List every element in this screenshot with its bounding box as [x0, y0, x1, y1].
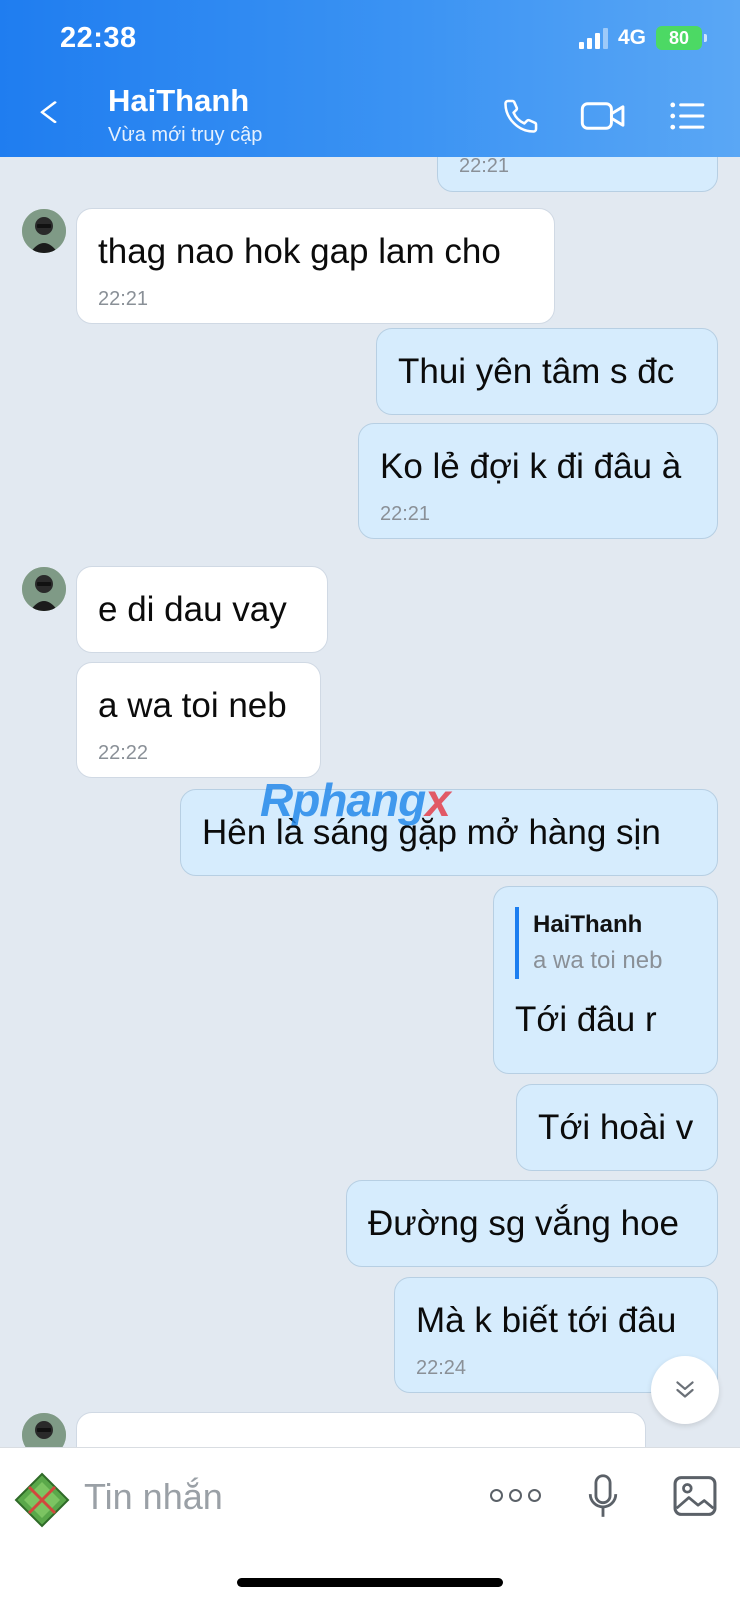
message-time: 22:22 [98, 742, 149, 764]
avatar-image [22, 209, 66, 253]
message-text: thag nao hok gap lam cho [98, 232, 501, 271]
quote-author: HaiThanh [533, 911, 643, 938]
battery-icon: 80 [656, 26, 707, 50]
menu-icon[interactable] [668, 97, 706, 135]
phone-icon[interactable] [502, 97, 540, 135]
message-bubble-outgoing[interactable]: 22:21 [437, 157, 718, 192]
scroll-to-bottom-button[interactable] [651, 1356, 719, 1424]
message-bubble-incoming[interactable]: e di dau vay [76, 566, 328, 653]
message-time: 22:21 [459, 157, 510, 177]
battery-level: 80 [668, 27, 690, 48]
double-chevron-down-icon [676, 1381, 694, 1398]
message-bubble-outgoing[interactable]: Tới hoài v [516, 1084, 718, 1171]
video-call-icon[interactable] [580, 97, 626, 135]
message-time: 22:21 [380, 503, 431, 525]
status-indicators: 4G 80 [578, 26, 707, 50]
avatar[interactable] [22, 567, 66, 611]
message-time: 22:21 [98, 288, 149, 310]
message-bubble-incoming[interactable]: a wa toi neb 22:22 [76, 662, 321, 778]
more-options-icon[interactable] [490, 1489, 541, 1502]
message-bubble-outgoing[interactable]: Thui yên tâm s đc [376, 328, 718, 415]
message-text: Tới đâu r [515, 1000, 657, 1039]
message-time: 22:24 [416, 1357, 467, 1379]
message-text: Ko lẻ đợi k đi đâu à [380, 447, 682, 486]
message-text: e di dau vay [98, 590, 287, 629]
message-text: Đường sg vắng hoe [368, 1204, 680, 1243]
contact-name[interactable]: HaiThanh [108, 83, 249, 119]
back-icon[interactable] [38, 96, 60, 128]
message-bubble-incoming[interactable]: thag nao hok gap lam cho 22:21 [76, 208, 555, 324]
watermark-text: Rphang [260, 774, 426, 826]
message-input[interactable]: Tin nhắn [84, 1476, 223, 1518]
avatar[interactable] [22, 1413, 66, 1447]
chat-header: 22:38 4G 80 HaiThanh Vừa mới truy cập [0, 0, 740, 157]
status-time: 22:38 [60, 22, 137, 54]
quote-text: a wa toi neb [533, 947, 663, 974]
contact-status: Vừa mới truy cập [108, 124, 263, 146]
message-text: Mà k biết tới đâu [416, 1301, 677, 1340]
gallery-icon[interactable] [672, 1474, 718, 1518]
reply-quote[interactable]: HaiThanh a wa toi neb [515, 907, 662, 979]
message-bubble-incoming[interactable] [76, 1412, 646, 1447]
sticker-icon[interactable] [10, 1468, 74, 1532]
microphone-icon[interactable] [586, 1472, 620, 1522]
message-text: Thui yên tâm s đc [398, 352, 675, 391]
watermark-logo: Rphangx [260, 773, 451, 827]
message-bubble-outgoing-reply[interactable]: HaiThanh a wa toi neb Tới đâu r [493, 886, 718, 1074]
message-bubble-outgoing[interactable]: Đường sg vắng hoe [346, 1180, 718, 1267]
message-bubble-outgoing[interactable]: Ko lẻ đợi k đi đâu à 22:21 [358, 423, 718, 539]
message-text: a wa toi neb [98, 686, 287, 725]
home-indicator[interactable] [237, 1578, 503, 1587]
watermark-accent: x [425, 774, 451, 826]
avatar-image [22, 1413, 66, 1447]
network-type: 4G [617, 26, 646, 49]
avatar-image [22, 567, 66, 611]
avatar[interactable] [22, 209, 66, 253]
signal-icon [578, 27, 608, 49]
message-text: Tới hoài v [538, 1108, 694, 1147]
